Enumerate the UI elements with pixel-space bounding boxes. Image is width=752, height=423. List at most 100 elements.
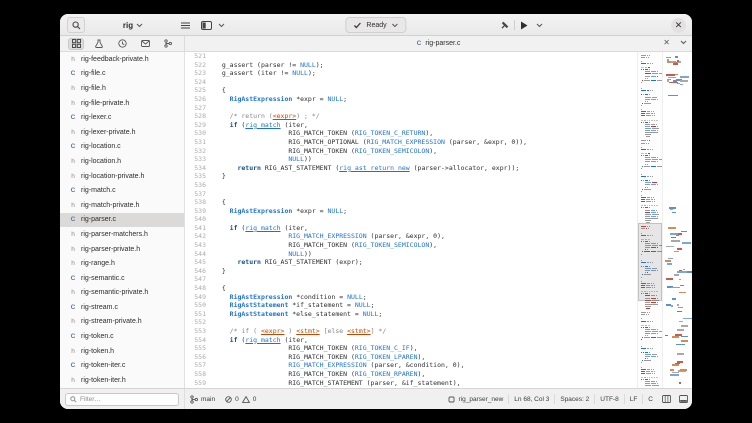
clock-icon bbox=[118, 39, 127, 48]
line-number: 524 bbox=[185, 78, 206, 87]
bottom-panel-toggle-button[interactable] bbox=[675, 395, 692, 403]
file-type-icon: h bbox=[69, 289, 77, 296]
line-number: 547 bbox=[185, 275, 206, 284]
file-type-icon: h bbox=[69, 260, 77, 267]
file-row[interactable]: hrig-file-private.h bbox=[60, 96, 184, 111]
file-row[interactable]: Crig-location.c bbox=[60, 140, 184, 155]
file-row[interactable]: Crig-parser.c bbox=[60, 213, 184, 228]
line-number: 553 bbox=[185, 327, 206, 336]
tab-close-button[interactable]: ✕ bbox=[663, 38, 670, 47]
file-row[interactable]: hrig-parser-matchers.h bbox=[60, 227, 184, 242]
window-close-button[interactable]: ✕ bbox=[671, 18, 686, 33]
file-row[interactable]: hrig-stream-private.h bbox=[60, 315, 184, 330]
search-button[interactable] bbox=[67, 17, 85, 33]
symbol-icon bbox=[448, 396, 455, 403]
file-row[interactable]: Crig-match.c bbox=[60, 183, 184, 198]
filter-input[interactable]: Filter… bbox=[65, 393, 179, 406]
line-ending-setting[interactable]: LF bbox=[625, 396, 643, 403]
code-area[interactable]: g_assert (parser != NULL); g_assert (ite… bbox=[211, 52, 637, 388]
tab-rig-parser[interactable]: C rig-parser.c bbox=[417, 40, 461, 47]
code-line bbox=[214, 275, 637, 284]
line-number: 554 bbox=[185, 336, 206, 345]
panel-toggle-button[interactable] bbox=[198, 17, 215, 33]
file-name: rig-file-private.h bbox=[81, 100, 129, 107]
file-type-icon: h bbox=[69, 56, 77, 63]
file-name: rig-stream-private.h bbox=[81, 318, 142, 325]
project-title-label: rig bbox=[123, 21, 133, 30]
build-status-pill[interactable]: Ready bbox=[345, 17, 406, 33]
project-tree-panel-button[interactable] bbox=[68, 38, 84, 50]
git-branch-icon bbox=[164, 39, 172, 48]
code-line: RIG_MATCH_TOKEN (RIG_TOKEN_C_IF), bbox=[214, 344, 637, 353]
line-number: 556 bbox=[185, 353, 206, 362]
file-type-icon: h bbox=[69, 231, 77, 238]
todo-panel-button[interactable] bbox=[114, 38, 130, 50]
minimap[interactable] bbox=[637, 52, 662, 388]
file-row[interactable]: hrig-match-private.h bbox=[60, 198, 184, 213]
file-row[interactable]: hrig-lexer-private.h bbox=[60, 125, 184, 140]
file-type-icon: C bbox=[69, 143, 77, 150]
build-button[interactable] bbox=[497, 21, 512, 30]
file-row[interactable]: hrig-token-iter.h bbox=[60, 373, 184, 388]
file-row[interactable]: hrig-file.h bbox=[60, 81, 184, 96]
sidebar-panel-switcher bbox=[60, 36, 185, 51]
file-row[interactable]: hrig-token.h bbox=[60, 344, 184, 359]
file-row[interactable]: Crig-token.c bbox=[60, 329, 184, 344]
diagnostics-indicator[interactable]: 0 0 bbox=[220, 396, 261, 403]
c-file-icon: C bbox=[417, 40, 422, 47]
project-title[interactable]: rig bbox=[90, 14, 176, 36]
code-line bbox=[214, 318, 637, 327]
code-line: } bbox=[214, 267, 637, 276]
run-menu-button[interactable] bbox=[533, 23, 546, 28]
code-line: } bbox=[214, 172, 637, 181]
file-row[interactable]: hrig-feedback-private.h bbox=[60, 52, 184, 67]
file-type-icon: C bbox=[69, 333, 77, 340]
line-number: 559 bbox=[185, 379, 206, 388]
cursor-position[interactable]: Ln 68, Col 3 bbox=[509, 396, 554, 403]
tab-list-button[interactable] bbox=[680, 40, 687, 45]
minimap-toggle-button[interactable] bbox=[658, 395, 675, 403]
file-row[interactable]: hrig-parser-private.h bbox=[60, 242, 184, 257]
minimap-viewport[interactable] bbox=[638, 223, 662, 300]
file-row[interactable]: hrig-range.h bbox=[60, 256, 184, 271]
file-row[interactable]: hrig-location.h bbox=[60, 154, 184, 169]
symbol-context[interactable]: rig_parser_new bbox=[443, 396, 508, 403]
file-row[interactable]: hrig-location-private.h bbox=[60, 169, 184, 184]
chevron-down-icon bbox=[680, 40, 687, 45]
file-type-icon: C bbox=[69, 304, 77, 311]
file-name: rig-token.h bbox=[81, 348, 114, 355]
run-button[interactable] bbox=[517, 21, 531, 30]
file-row[interactable]: Crig-file.c bbox=[60, 67, 184, 82]
encoding-setting[interactable]: UTF-8 bbox=[595, 396, 623, 403]
code-line: RIG_MATCH_TOKEN (RIG_TOKEN_LPAREN), bbox=[214, 353, 637, 362]
line-number: 552 bbox=[185, 318, 206, 327]
file-row[interactable]: hrig-semantic-private.h bbox=[60, 286, 184, 301]
file-row[interactable]: Crig-stream.c bbox=[60, 300, 184, 315]
warning-count: 0 bbox=[253, 396, 257, 403]
branch-indicator[interactable]: main bbox=[185, 395, 220, 404]
line-number: 535 bbox=[185, 172, 206, 181]
project-tree-panel: hrig-feedback-private.hCrig-file.chrig-f… bbox=[60, 52, 185, 388]
file-name: rig-parser-private.h bbox=[81, 246, 140, 253]
code-editor[interactable]: 5215225235245255265275285295305315325335… bbox=[185, 52, 637, 388]
line-number: 555 bbox=[185, 344, 206, 353]
file-row[interactable]: Crig-lexer.c bbox=[60, 110, 184, 125]
menu-button[interactable] bbox=[178, 17, 193, 33]
file-type-icon: h bbox=[69, 129, 77, 136]
line-number: 549 bbox=[185, 293, 206, 302]
line-number: 523 bbox=[185, 69, 206, 78]
vcs-panel-button[interactable] bbox=[160, 38, 176, 50]
file-name: rig-file.c bbox=[81, 70, 106, 77]
language-setting[interactable]: C bbox=[643, 396, 658, 403]
tests-panel-button[interactable] bbox=[91, 38, 107, 50]
messages-panel-button[interactable] bbox=[137, 38, 153, 50]
file-row[interactable]: Crig-token-iter.c bbox=[60, 358, 184, 373]
indentation-setting[interactable]: Spaces: 2 bbox=[555, 396, 594, 403]
panel-menu-button[interactable] bbox=[215, 17, 228, 33]
line-number: 527 bbox=[185, 104, 206, 113]
file-type-icon: h bbox=[69, 202, 77, 209]
line-number: 529 bbox=[185, 121, 206, 130]
code-line: if (rig_match (iter, bbox=[214, 336, 637, 345]
file-row[interactable]: Crig-semantic.c bbox=[60, 271, 184, 286]
code-line: RIG_MATCH_TOKEN (RIG_TOKEN_SEMICOLON), bbox=[214, 147, 637, 156]
